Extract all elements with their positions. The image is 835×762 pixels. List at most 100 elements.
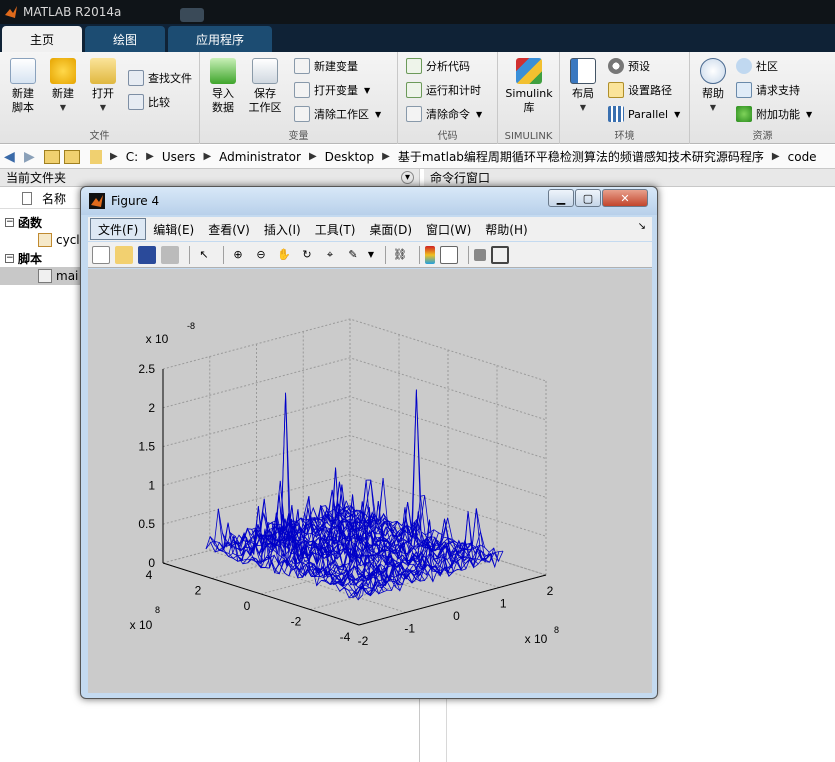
x-tick-label: 1: [500, 597, 507, 611]
clear-workspace-button[interactable]: 清除工作区 ▼: [294, 104, 381, 124]
open-button[interactable]: 打开 ▼: [80, 56, 126, 115]
file-group-label: 文件: [89, 131, 110, 142]
column-name[interactable]: 名称: [42, 190, 66, 207]
y-tick-label: 2: [195, 584, 202, 598]
pointer-icon[interactable]: ↖: [195, 246, 213, 264]
current-folder-title: 当前文件夹: [6, 171, 67, 185]
variable-group: 导入 数据 保存 工作区 新建变量 打开变量 ▼ 清除工作区 ▼ 变量: [200, 52, 398, 144]
tab-home[interactable]: 主页: [2, 26, 83, 52]
layout-button[interactable]: 布局 ▼: [560, 56, 606, 115]
open-variable-icon: [294, 82, 310, 98]
forward-arrow-icon[interactable]: ▶: [24, 150, 40, 164]
close-button[interactable]: ✕: [602, 189, 648, 207]
rotate-3d-icon[interactable]: ↻: [298, 246, 316, 264]
file-group: 新建 脚本 新建 ▼ 打开 ▼ 查找文件 比较 文件: [0, 52, 200, 144]
find-files-button[interactable]: 查找文件: [128, 68, 192, 88]
clear-commands-button[interactable]: 清除命令 ▼: [406, 104, 482, 124]
breadcrumb-separator: ▶: [308, 151, 317, 162]
breadcrumb-separator: ▶: [110, 151, 118, 162]
panel-menu-icon[interactable]: ▾: [401, 171, 414, 184]
brush-icon[interactable]: ✎: [344, 246, 362, 264]
menu-edit[interactable]: 编辑(E): [146, 218, 201, 240]
menu-view[interactable]: 查看(V): [201, 218, 257, 240]
community-button[interactable]: 社区: [736, 56, 778, 76]
breadcrumb-code[interactable]: code: [788, 150, 817, 164]
layout-icon: [570, 58, 596, 84]
collapse-icon[interactable]: −: [5, 253, 14, 263]
new-variable-button[interactable]: 新建变量: [294, 56, 358, 76]
up-folder-icon[interactable]: [44, 149, 60, 164]
ribbon-tabs: 主页 绘图 应用程序: [0, 24, 835, 52]
maximize-button[interactable]: ▢: [575, 189, 601, 207]
dock-arrow-icon[interactable]: ↘: [638, 221, 646, 232]
menu-help[interactable]: 帮助(H): [478, 218, 534, 240]
breadcrumb-administrator[interactable]: Administrator: [219, 150, 301, 164]
breadcrumb-separator: ▶: [203, 151, 212, 162]
set-path-icon: [608, 82, 624, 98]
clear-commands-dropdown-icon: ▼: [476, 109, 483, 119]
breadcrumb-users[interactable]: Users: [162, 150, 196, 164]
wall-gridline: [162, 357, 547, 421]
parallel-button[interactable]: Parallel ▼: [608, 104, 680, 124]
show-plot-tools-icon[interactable]: [491, 245, 509, 264]
menu-window[interactable]: 窗口(W): [419, 218, 478, 240]
collapse-icon[interactable]: −: [5, 217, 14, 227]
preferences-button[interactable]: 预设: [608, 56, 650, 76]
save-workspace-button[interactable]: 保存 工作区: [242, 56, 288, 115]
surface-plot[interactable]: 00.511.522.5-2-1012-4-2024x 10-8x 108x 1…: [88, 269, 652, 693]
x-exponent-label: x 10: [525, 632, 548, 646]
tab-plots[interactable]: 绘图: [85, 26, 166, 52]
open-variable-button[interactable]: 打开变量 ▼: [294, 80, 370, 100]
set-path-button[interactable]: 设置路径: [608, 80, 672, 100]
new-script-icon: [10, 58, 36, 84]
import-data-button[interactable]: 导入 数据: [200, 56, 246, 115]
compare-button[interactable]: 比较: [128, 92, 170, 112]
request-support-button[interactable]: 请求支持: [736, 80, 800, 100]
file-name: mai: [56, 269, 79, 283]
menu-insert[interactable]: 插入(I): [257, 218, 308, 240]
save-icon[interactable]: [138, 245, 156, 264]
figure-titlebar[interactable]: Figure 4 ▁ ▢ ✕: [81, 187, 657, 215]
zoom-in-icon[interactable]: ⊕: [229, 246, 247, 264]
maximize-icon: ▢: [582, 191, 594, 205]
help-button[interactable]: 帮助 ▼: [690, 56, 736, 115]
hide-plot-tools-icon[interactable]: [474, 248, 486, 261]
plot-area[interactable]: 0 0.5 1 1.5 2 2.5 -2 -1 0 1 2 -4 -2 0 2 4 x 10 -8 x 10 8 x 1…: [88, 269, 652, 693]
toolbar-separator: [468, 245, 469, 264]
legend-icon[interactable]: [440, 245, 458, 264]
menu-file[interactable]: 文件(F): [90, 218, 147, 240]
address-bar: ◀ ▶ ▶ C: ▶ Users ▶ Administrator ▶ Deskt…: [0, 145, 835, 169]
open-file-icon[interactable]: [115, 245, 133, 264]
analyze-code-button[interactable]: 分析代码: [406, 56, 470, 76]
link-plot-icon[interactable]: ⛓: [391, 246, 409, 264]
run-and-time-button[interactable]: 运行和计时: [406, 80, 481, 100]
add-ons-button[interactable]: 附加功能 ▼: [736, 104, 812, 124]
new-figure-icon[interactable]: [92, 245, 110, 264]
toolbar-separator: [419, 245, 420, 264]
simulink-library-button[interactable]: Simulink 库: [503, 56, 555, 115]
ribbon: 新建 脚本 新建 ▼ 打开 ▼ 查找文件 比较 文件 导入 数据 保存 工作区 …: [0, 52, 835, 144]
menu-tools[interactable]: 工具(T): [308, 218, 363, 240]
toolbar-separator: [385, 245, 386, 264]
pan-hand-icon[interactable]: ✋: [275, 246, 293, 264]
back-arrow-icon[interactable]: ◀: [4, 150, 20, 164]
app-titlebar: MATLAB R2014a: [0, 0, 835, 24]
minimize-button[interactable]: ▁: [548, 189, 574, 207]
y-tick-label: -2: [291, 615, 302, 629]
tab-apps[interactable]: 应用程序: [168, 26, 273, 52]
breadcrumb-desktop[interactable]: Desktop: [325, 150, 375, 164]
brush-dropdown-icon[interactable]: ▼: [367, 246, 375, 264]
app-title: MATLAB R2014a: [23, 5, 122, 19]
print-icon[interactable]: [161, 245, 179, 264]
menu-desktop[interactable]: 桌面(D): [362, 218, 419, 240]
zoom-out-icon[interactable]: ⊖: [252, 246, 270, 264]
wall-gridline: [162, 434, 547, 498]
colorbar-icon[interactable]: [425, 245, 435, 264]
breadcrumb-c[interactable]: C:: [126, 150, 138, 164]
data-cursor-icon[interactable]: ⌖: [321, 246, 339, 264]
breadcrumb-project-folder[interactable]: 基于matlab编程周期循环平稳检测算法的频谱感知技术研究源码程序: [398, 148, 764, 165]
add-ons-icon: [736, 106, 752, 122]
matlab-logo-icon: [5, 6, 17, 18]
save-workspace-icon: [252, 58, 278, 84]
browse-folder-icon[interactable]: [64, 149, 80, 164]
